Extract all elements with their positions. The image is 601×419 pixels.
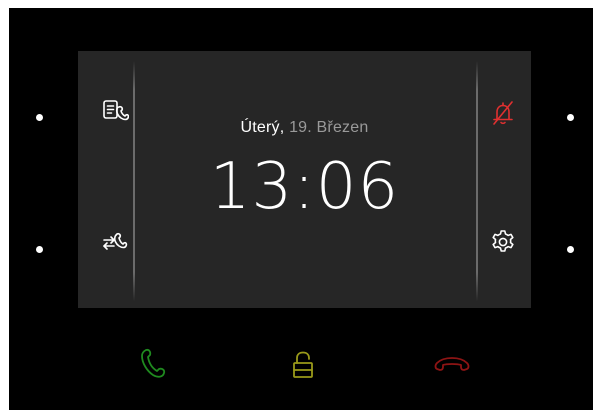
date-label: Úterý, 19. Březen xyxy=(78,119,531,137)
phone-hangup-icon[interactable] xyxy=(430,343,474,387)
phone-answer-icon[interactable] xyxy=(130,343,174,387)
padlock-open-icon[interactable] xyxy=(281,343,325,387)
date-text: 19. Březen xyxy=(289,119,369,136)
call-forward-icon[interactable] xyxy=(98,225,132,259)
indicator-dot-right-top xyxy=(567,114,574,121)
settings-gear-icon[interactable] xyxy=(486,225,520,259)
weekday-text: Úterý, xyxy=(240,119,285,136)
indicator-dot-left-bottom xyxy=(36,246,43,253)
indicator-dot-left-top xyxy=(36,114,43,121)
clock-time: 13:06 xyxy=(209,150,400,224)
indicator-dot-right-bottom xyxy=(567,246,574,253)
display-screen: Úterý, 19. Březen 13:06 xyxy=(78,51,531,308)
